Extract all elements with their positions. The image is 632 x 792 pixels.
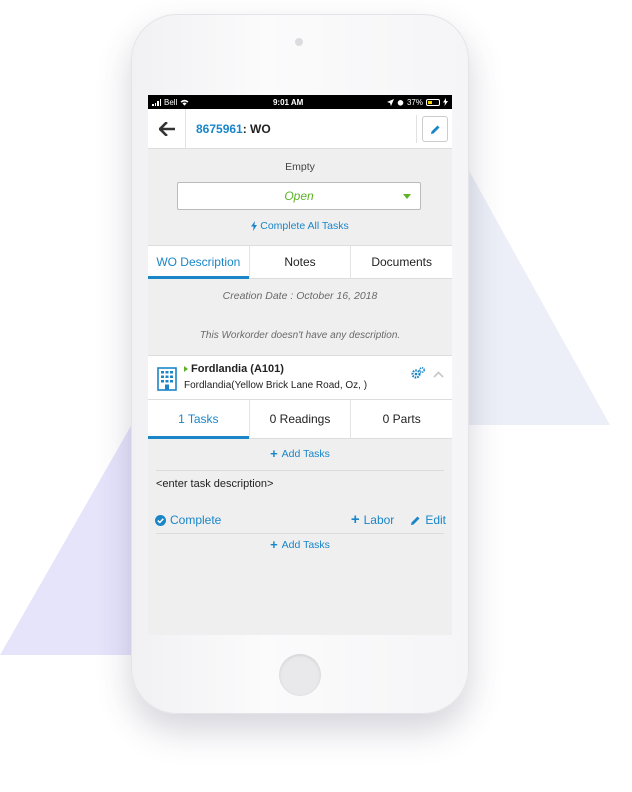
complete-all-label: Complete All Tasks: [260, 220, 349, 232]
complete-task-button[interactable]: Complete: [155, 513, 221, 527]
battery-percent: 37%: [406, 97, 423, 107]
wo-tabs: WO Description Notes Documents: [148, 245, 452, 279]
tab-documents[interactable]: Documents: [350, 246, 452, 278]
location-address: Fordlandia(Yellow Brick Lane Road, Oz, ): [184, 380, 368, 391]
task-actions: Complete + Labor Edit: [155, 511, 446, 528]
status-dropdown[interactable]: Open: [177, 182, 421, 210]
add-tasks-label: Add Tasks: [281, 448, 330, 460]
tab-notes[interactable]: Notes: [248, 246, 351, 278]
labor-button[interactable]: + Labor: [350, 511, 395, 528]
status-bar: Bell 9:01 AM 37%: [148, 95, 452, 109]
edit-task-button[interactable]: Edit: [410, 513, 446, 527]
location-card[interactable]: Fordlandia (A101) Fordlandia(Yellow Bric…: [148, 355, 452, 399]
plus-icon: +: [270, 446, 278, 461]
add-tasks-link-bottom[interactable]: + Add Tasks: [148, 537, 452, 552]
labor-label: Labor: [363, 513, 395, 527]
edit-button[interactable]: [422, 116, 448, 142]
status-time: 9:01 AM: [272, 97, 304, 107]
lightning-icon: [251, 221, 258, 231]
description-section: Creation Date : October 16, 2018 This Wo…: [148, 279, 452, 355]
add-tasks-label: Add Tasks: [281, 539, 330, 551]
carrier-name: Bell: [164, 97, 178, 107]
plus-icon: +: [270, 537, 278, 552]
empty-description-text: This Workorder doesn't have any descript…: [199, 330, 401, 341]
dropdown-caret-icon: [403, 194, 411, 199]
tasks-section: + Add Tasks <enter task description> Com…: [148, 439, 452, 635]
status-selected-value: Open: [284, 189, 314, 203]
gears-icon[interactable]: [411, 367, 425, 379]
phone-speaker: [295, 38, 303, 46]
signal-icon: [152, 98, 161, 106]
work-order-number[interactable]: 8675961: [196, 122, 243, 136]
plus-icon: +: [350, 511, 360, 528]
divider: [156, 533, 444, 534]
alarm-icon: [397, 99, 404, 106]
chevron-up-icon[interactable]: [433, 371, 444, 378]
app-header: 8675961: WO: [148, 108, 452, 149]
task-description[interactable]: <enter task description>: [156, 478, 273, 490]
page-title: 8675961: WO: [196, 122, 271, 136]
complete-all-tasks-link[interactable]: Complete All Tasks: [148, 220, 452, 232]
pencil-icon: [411, 516, 420, 525]
edit-label: Edit: [425, 513, 446, 527]
location-name: Fordlandia (A101): [191, 363, 284, 375]
back-button[interactable]: [148, 108, 186, 149]
pencil-icon: [430, 125, 439, 134]
add-tasks-link-top[interactable]: + Add Tasks: [148, 446, 452, 461]
tab-wo-description[interactable]: WO Description: [148, 246, 249, 279]
check-circle-icon: [155, 514, 166, 526]
status-section: Empty Open Complete All Tasks: [148, 149, 452, 245]
location-name-row: Fordlandia (A101): [184, 363, 284, 375]
building-icon: [157, 367, 177, 391]
battery-icon: [426, 98, 440, 106]
creation-date: Creation Date : October 16, 2018: [222, 290, 378, 302]
tab-tasks[interactable]: 1 Tasks: [148, 400, 249, 439]
expand-triangle-icon: [184, 366, 188, 372]
home-button[interactable]: [279, 654, 321, 696]
task-tabs: 1 Tasks 0 Readings 0 Parts: [148, 399, 452, 439]
title-suffix: : WO: [242, 121, 271, 136]
status-label: Empty: [285, 161, 315, 173]
tab-parts[interactable]: 0 Parts: [350, 400, 452, 438]
tab-readings[interactable]: 0 Readings: [248, 400, 351, 438]
back-arrow-icon: [158, 121, 175, 136]
divider: [156, 470, 444, 471]
location-arrow-icon: [386, 98, 394, 106]
complete-label: Complete: [170, 513, 222, 527]
app-screen: Bell 9:01 AM 37% 8675961: WO Empty Open: [148, 95, 452, 635]
wifi-icon: [180, 99, 189, 106]
charging-icon: [443, 98, 448, 106]
header-divider: [416, 115, 417, 143]
